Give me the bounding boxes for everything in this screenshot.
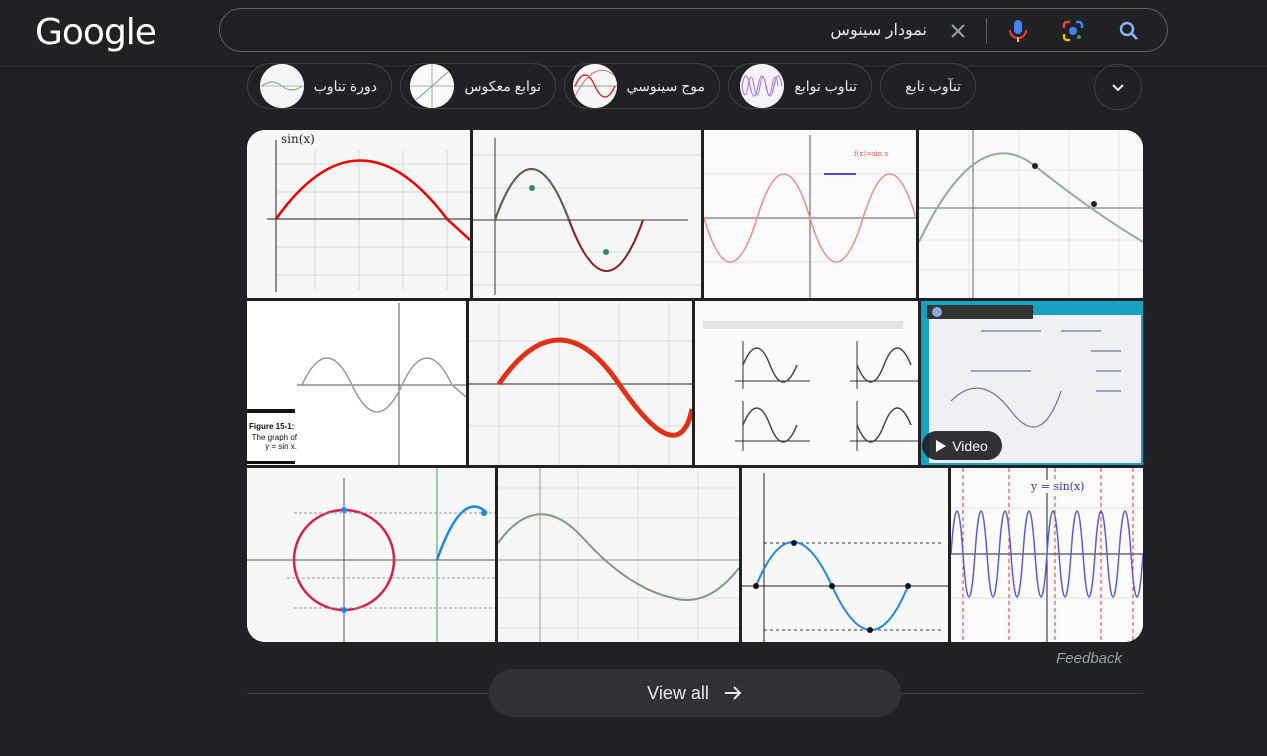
chip-5[interactable]: دورة تناوب [247, 63, 392, 109]
chip-label: توابع معكوس [464, 77, 541, 94]
feedback-link[interactable]: Feedback [1056, 650, 1122, 667]
related-searches-chips: تنآوب تابع تناوب توابع موج سينوسي توابع … [247, 63, 1143, 111]
tile-caption-title: Figure 15-1: [249, 422, 295, 431]
view-all-button[interactable]: View all [489, 669, 901, 717]
arrow-right-icon [724, 686, 742, 700]
expand-chips-button[interactable] [1094, 64, 1142, 110]
close-icon[interactable] [946, 19, 970, 43]
top-bar: Google نمودار سینوس [0, 0, 1267, 67]
chevron-down-icon [1112, 84, 1124, 92]
chip-label: دورة تناوب [313, 77, 377, 94]
google-logo[interactable]: Google [35, 12, 157, 53]
lens-icon[interactable] [1061, 19, 1085, 43]
search-icon[interactable] [1117, 19, 1141, 43]
chip-thumbnail [572, 64, 617, 108]
chip-thumbnail [410, 64, 455, 108]
microphone-icon[interactable] [1006, 19, 1030, 43]
chip-thumbnail [259, 64, 304, 108]
tile-caption-body: The graph of y = sin x. [251, 433, 297, 451]
image-result-6[interactable] [469, 301, 692, 465]
search-box[interactable]: نمودار سینوس [219, 8, 1168, 52]
image-result-4[interactable] [919, 130, 1143, 298]
video-badge[interactable]: Video [922, 431, 1002, 460]
image-result-10[interactable] [498, 468, 739, 642]
image-result-1[interactable]: sin(x) [247, 130, 470, 298]
view-all-label: View all [647, 682, 709, 703]
search-input[interactable]: نمودار سینوس [830, 20, 927, 40]
chip-1[interactable]: تنآوب تابع [880, 63, 976, 109]
image-grid: sin(x) f(x)=sin x Figure 15-1: The graph… [247, 130, 1143, 642]
chip-label: تناوب توابع [794, 77, 857, 94]
image-result-2[interactable] [473, 130, 701, 298]
svg-text:f(x)=sin x: f(x)=sin x [854, 150, 888, 158]
image-result-11[interactable] [742, 468, 948, 642]
image-result-9[interactable] [247, 468, 495, 642]
chip-thumbnail [740, 64, 785, 108]
video-label: Video [952, 437, 988, 454]
chip-label: تنآوب تابع [905, 77, 961, 94]
image-result-5[interactable]: Figure 15-1: The graph of y = sin x. [247, 301, 466, 465]
chip-3[interactable]: موج سينوسي [564, 63, 720, 109]
tile-title: y = sin(x) [1031, 480, 1085, 493]
image-result-7[interactable] [695, 301, 918, 465]
chip-2[interactable]: تناوب توابع [728, 63, 872, 109]
image-result-3[interactable]: f(x)=sin x [704, 130, 916, 298]
image-result-12[interactable]: y = sin(x) [951, 468, 1143, 642]
search-divider [986, 18, 987, 44]
chip-label: موج سينوسي [626, 77, 705, 94]
play-icon [936, 439, 947, 452]
chip-4[interactable]: توابع معكوس [400, 63, 556, 109]
tile-label: sin(x) [281, 132, 315, 146]
